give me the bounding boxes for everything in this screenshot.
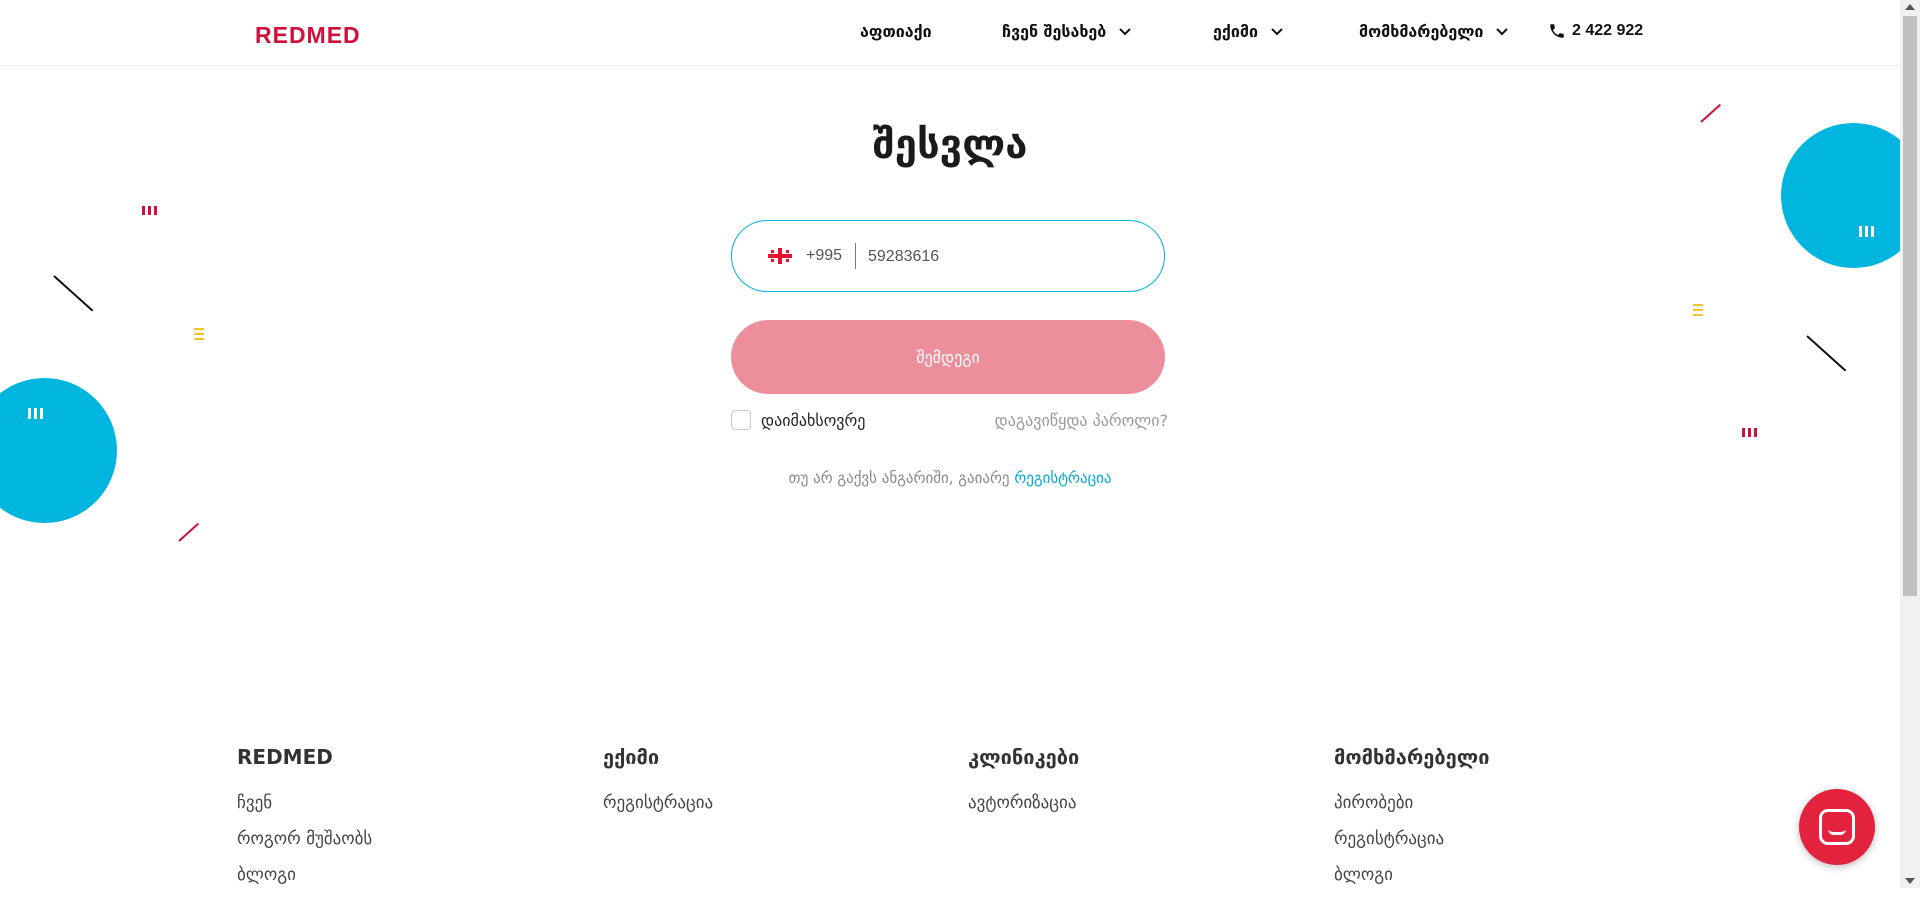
footer-title: კლინიკები xyxy=(968,745,1080,769)
top-header: REDMED აფთიაქი ჩვენ შესახებ ექიმი მომხმა… xyxy=(0,0,1900,66)
footer-title: REDMED xyxy=(237,745,333,769)
decor-line xyxy=(53,275,94,312)
remember-me[interactable]: დაიმახსოვრე xyxy=(731,410,865,430)
footer-column-redmed: REDMED ჩვენ როგორ მუშაობს ბლოგი xyxy=(237,745,372,901)
phone-field[interactable]: +995 xyxy=(731,220,1165,292)
redmed-logo[interactable]: REDMED xyxy=(255,22,361,49)
nav-pharmacy-label: აფთიაქი xyxy=(860,22,932,41)
nav-doctor-label: ექიმი xyxy=(1213,22,1258,41)
footer-link[interactable]: რეგისტრაცია xyxy=(603,793,713,829)
remember-checkbox[interactable] xyxy=(731,410,751,430)
page-title: შესვლა xyxy=(872,122,1028,168)
footer-link[interactable]: ბლოგი xyxy=(237,865,372,901)
decor-red-bars xyxy=(142,206,157,215)
footer-link[interactable]: პირობები xyxy=(1334,793,1490,829)
scroll-thumb[interactable] xyxy=(1903,16,1917,596)
decor-line xyxy=(1806,335,1847,372)
register-prompt: თუ არ გაქვს ანგარიში, გაიარე რეგისტრაცია xyxy=(0,469,1900,487)
nav-customer[interactable]: მომხმარებელი xyxy=(1359,22,1511,41)
footer-title: მომხმარებელი xyxy=(1334,745,1490,769)
field-divider xyxy=(855,243,856,269)
scroll-up-arrow[interactable] xyxy=(1905,4,1915,10)
remember-label: დაიმახსოვრე xyxy=(761,410,866,430)
country-code[interactable]: +995 xyxy=(806,247,842,265)
footer-column-doctor: ექიმი რეგისტრაცია xyxy=(603,745,713,829)
footer-link[interactable]: ავტორიზაცია xyxy=(968,793,1079,829)
chat-icon xyxy=(1819,809,1855,845)
footer-link[interactable]: როგორ მუშაობს xyxy=(237,829,372,865)
decor-line xyxy=(178,522,199,542)
page-scrollbar[interactable] xyxy=(1900,0,1920,888)
decor-line xyxy=(1700,103,1721,123)
register-prompt-text: თუ არ გაქვს ანგარიში, გაიარე xyxy=(788,469,1010,487)
nav-customer-label: მომხმარებელი xyxy=(1359,22,1484,41)
chevron-down-icon xyxy=(1496,27,1509,35)
nav-pharmacy[interactable]: აფთიაქი xyxy=(860,22,932,41)
footer-column-customer: მომხმარებელი პირობები რეგისტრაცია ბლოგი xyxy=(1334,745,1490,901)
chevron-down-icon xyxy=(1119,27,1132,35)
footer-link[interactable]: რეგისტრაცია xyxy=(1334,829,1490,865)
nav-doctor[interactable]: ექიმი xyxy=(1213,22,1286,41)
phone-icon xyxy=(1550,24,1564,38)
register-link[interactable]: რეგისტრაცია xyxy=(1014,469,1111,487)
decor-circle-left xyxy=(0,378,117,523)
next-button[interactable]: შემდეგი xyxy=(731,320,1165,394)
georgia-flag-icon xyxy=(768,248,792,264)
footer-link[interactable]: ჩვენ xyxy=(237,793,372,829)
scroll-down-arrow[interactable] xyxy=(1905,878,1915,884)
header-phone-number: 2 422 922 xyxy=(1572,22,1644,39)
chat-widget-button[interactable] xyxy=(1799,789,1875,865)
footer-column-clinics: კლინიკები ავტორიზაცია xyxy=(968,745,1079,829)
phone-input[interactable] xyxy=(866,243,1140,271)
nav-about[interactable]: ჩვენ შესახებ xyxy=(1002,22,1134,41)
header-phone[interactable]: 2 422 922 xyxy=(1548,22,1643,40)
forgot-password-link[interactable]: დაგავიწყდა პაროლი? xyxy=(990,411,1168,430)
footer-title: ექიმი xyxy=(603,745,660,769)
chevron-down-icon xyxy=(1271,27,1283,35)
footer-link[interactable]: ბლოგი xyxy=(1334,865,1490,901)
decor-yellow-bars xyxy=(1693,304,1703,316)
decor-red-bars xyxy=(1742,428,1757,437)
decor-yellow-bars xyxy=(194,328,204,340)
nav-about-label: ჩვენ შესახებ xyxy=(1002,22,1107,41)
